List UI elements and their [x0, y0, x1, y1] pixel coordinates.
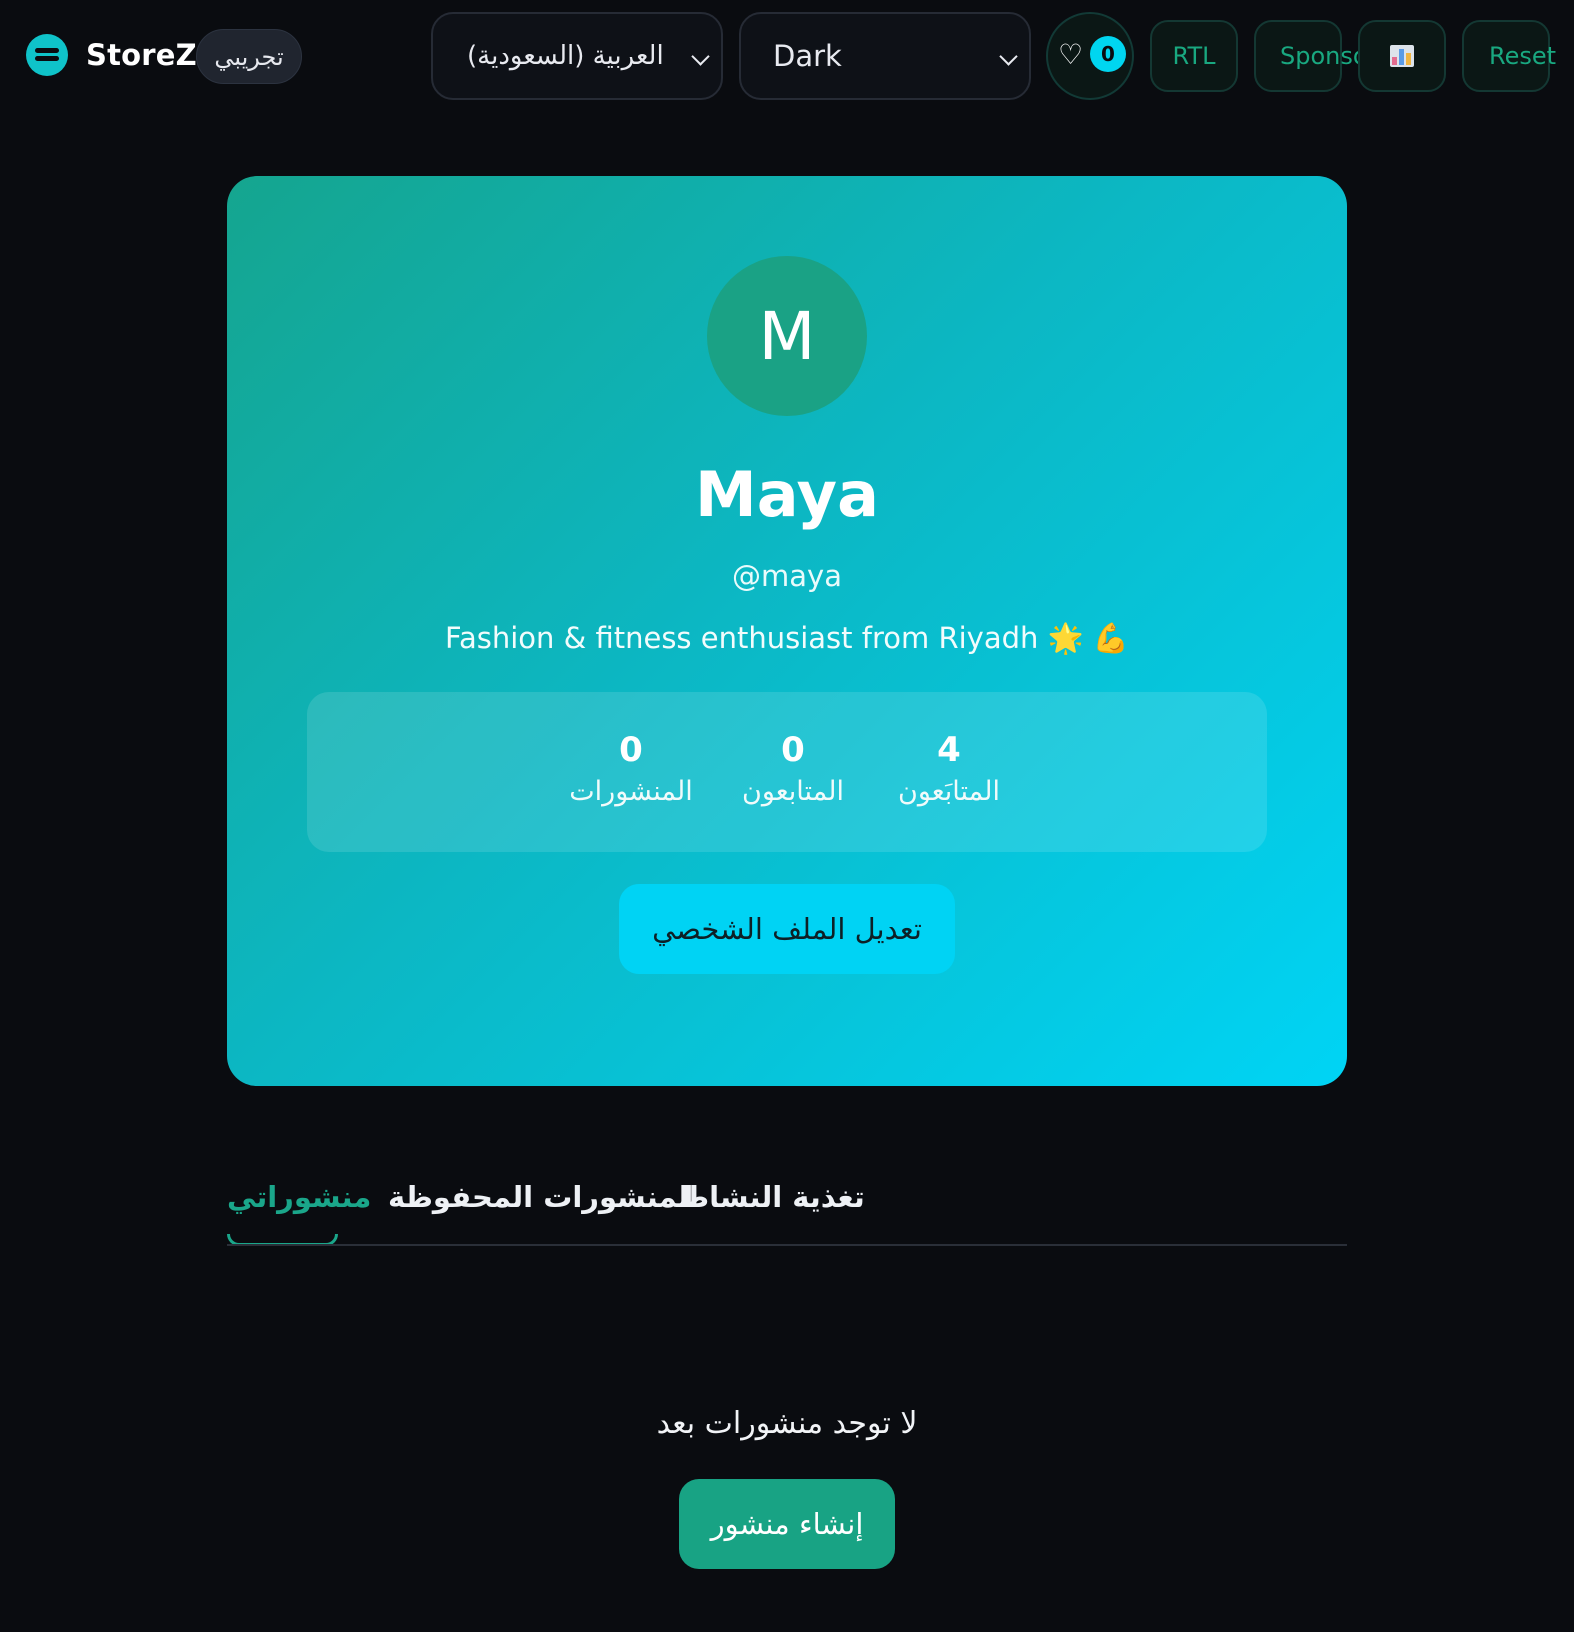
- create-post-button[interactable]: إنشاء منشور: [679, 1479, 895, 1569]
- tab-my-posts[interactable]: منشوراتي: [227, 1180, 371, 1214]
- chevron-down-icon: [691, 47, 710, 66]
- stat-following-value: 0: [781, 730, 805, 770]
- sponsor-button[interactable]: Sponsor: [1254, 20, 1377, 92]
- theme-select[interactable]: Dark: [739, 12, 1031, 100]
- stat-followers-label: المتابَعون: [897, 776, 1001, 807]
- profile-handle: @maya: [732, 559, 842, 593]
- stat-following-label: المتابعون: [741, 776, 845, 807]
- brand-name: StoreZ: [86, 38, 197, 72]
- tab-activity-feed[interactable]: تغذية النشاط: [679, 1180, 865, 1214]
- bar-chart-icon: [1390, 45, 1414, 67]
- empty-state-message: لا توجد منشورات بعد: [656, 1406, 918, 1441]
- rtl-toggle-button[interactable]: RTL: [1150, 20, 1238, 92]
- heart-icon: ♡: [1058, 38, 1084, 71]
- profile-stats: 0 المنشورات 0 المتابعون 4 المتابَعون: [307, 692, 1267, 852]
- stats-button[interactable]: [1358, 20, 1446, 92]
- beta-badge: تجريبي: [196, 29, 302, 84]
- tab-saved-posts[interactable]: المنشورات المحفوظة: [388, 1180, 699, 1214]
- reset-button[interactable]: Reset: [1462, 20, 1556, 92]
- stat-followers-value: 4: [937, 730, 961, 770]
- stat-posts-value: 0: [619, 730, 643, 770]
- stat-following[interactable]: 0 المتابعون: [723, 730, 863, 807]
- edit-profile-button[interactable]: تعديل الملف الشخصي: [619, 884, 955, 974]
- chevron-down-icon: [999, 47, 1018, 66]
- profile-bio: Fashion & fitness enthusiast from Riyadh…: [444, 621, 1130, 655]
- brand[interactable]: StoreZ: [26, 34, 197, 76]
- language-select[interactable]: العربية (السعودية): [431, 12, 723, 100]
- reset-label: Reset: [1489, 42, 1557, 70]
- theme-select-value: Dark: [773, 39, 842, 73]
- storez-logo-icon: [26, 34, 68, 76]
- avatar: M: [707, 256, 867, 416]
- profile-card: M Maya @maya Fashion & fitness enthusias…: [227, 176, 1347, 1086]
- stat-followers[interactable]: 4 المتابَعون: [879, 730, 1019, 807]
- tabs-divider: [227, 1244, 1347, 1246]
- profile-name: Maya: [695, 458, 879, 531]
- favorites-button[interactable]: ♡ 0: [1046, 12, 1134, 100]
- favorites-count-badge: 0: [1090, 36, 1126, 72]
- stat-posts[interactable]: 0 المنشورات: [561, 730, 701, 807]
- top-bar: StoreZ تجريبي العربية (السعودية) Dark ♡ …: [0, 0, 1574, 115]
- profile-tabs: تغذية النشاط المنشورات المحفوظة منشوراتي: [227, 1170, 1347, 1246]
- stat-posts-label: المنشورات: [569, 776, 693, 807]
- language-select-value: العربية (السعودية): [467, 41, 664, 71]
